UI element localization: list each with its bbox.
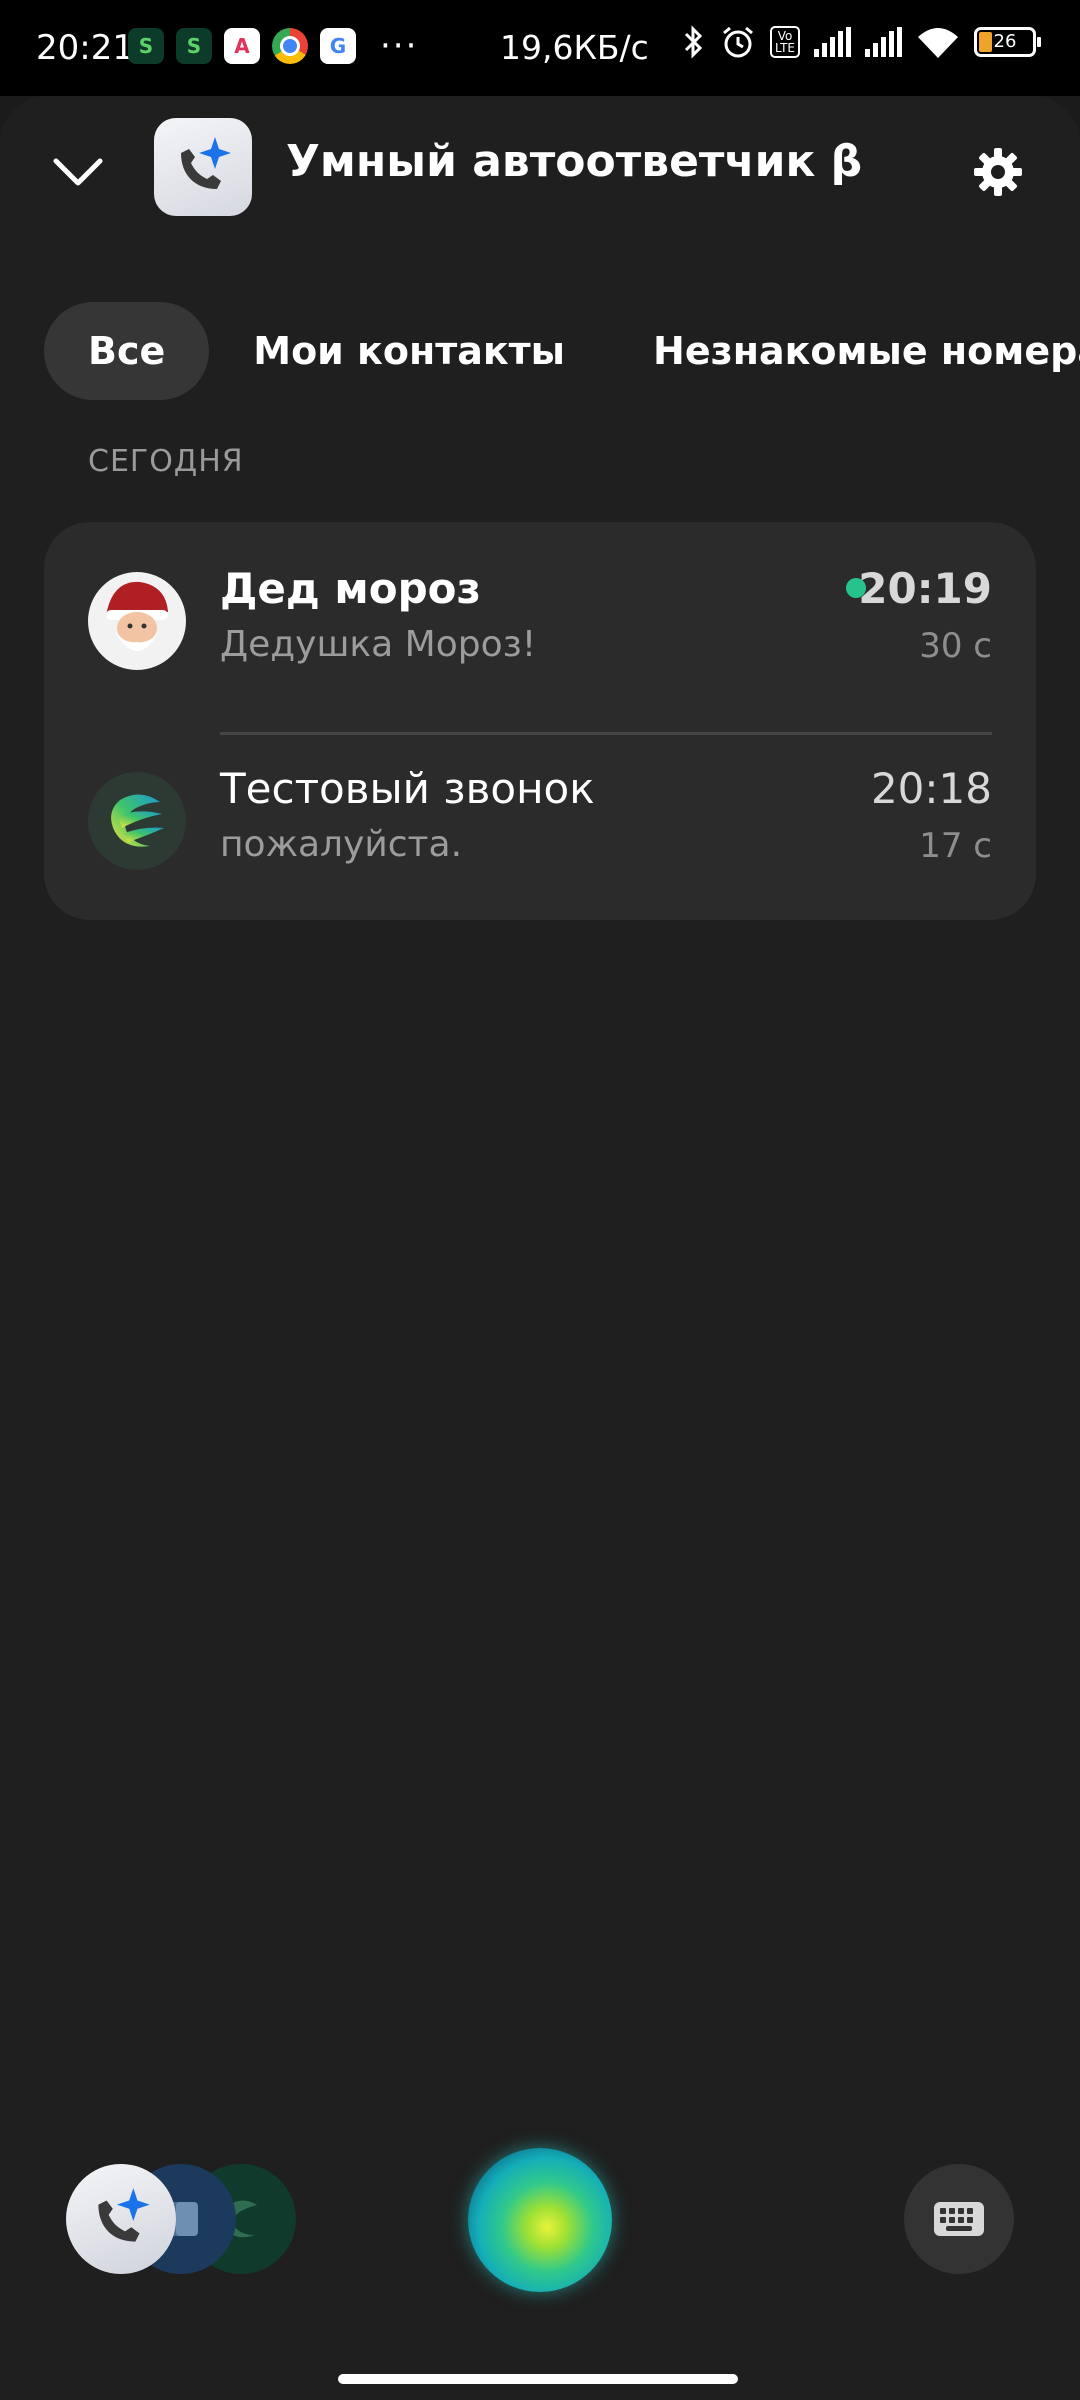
santa-avatar [88, 572, 186, 670]
notification-icons: S S A G ··· [128, 26, 418, 66]
phone-sparkle-icon [181, 137, 231, 189]
call-item[interactable]: Дед мороз Дедушка Мороз! 20:19 30 с [44, 532, 1036, 735]
call-item[interactable]: Тестовый звонок пожалуйста. 20:18 17 с [44, 732, 1036, 912]
keyboard-icon [934, 2202, 984, 2236]
bluetooth-icon [684, 25, 703, 59]
sber-icon: S [176, 28, 212, 64]
call-time: 20:19 [858, 564, 992, 613]
filter-tabs: Все Мои контакты Незнакомые номера [44, 302, 1080, 400]
battery-level: 26 [993, 31, 1017, 52]
answering-machine-sheet: Умный автоответчик β Все Мои контакты Не… [0, 96, 1080, 2400]
settings-button[interactable] [960, 134, 1036, 210]
recent-apps [66, 2164, 296, 2274]
gosuslugi-icon: A [224, 28, 260, 64]
caller-name: Тестовый звонок [220, 764, 595, 813]
tab-my-contacts[interactable]: Мои контакты [209, 302, 609, 400]
call-time: 20:18 [870, 764, 992, 813]
system-icons: Vo LTE 26 [682, 24, 1041, 60]
phone-sparkle-icon [98, 2188, 150, 2242]
call-duration: 30 с [919, 626, 992, 666]
battery-icon: 26 [974, 27, 1041, 57]
call-preview: пожалуйста. [220, 824, 463, 865]
network-speed: 19,6КБ/с [500, 28, 649, 67]
more-notifications-icon: ··· [380, 26, 419, 66]
alarm-icon [723, 26, 754, 58]
signal-icon [814, 27, 851, 57]
caller-name: Дед мороз [220, 564, 481, 613]
chrome-icon [272, 28, 308, 64]
call-duration: 17 с [919, 826, 992, 866]
sber-avatar [88, 772, 186, 870]
collapse-button[interactable] [40, 134, 116, 210]
call-preview: Дедушка Мороз! [220, 624, 537, 665]
signal-icon [865, 27, 902, 57]
answering-machine-app-bubble[interactable] [66, 2164, 176, 2274]
status-bar: 20:21 S S A G ··· 19,6КБ/с Vo LTE 26 [0, 0, 1080, 96]
volte-icon: Vo LTE [770, 26, 800, 58]
voice-assistant-button[interactable] [468, 2148, 612, 2292]
tab-unknown-numbers[interactable]: Незнакомые номера [609, 302, 1080, 400]
keyboard-button[interactable] [904, 2164, 1014, 2274]
gear-icon [974, 148, 1022, 196]
chevron-down-icon [53, 158, 103, 186]
status-time: 20:21 [36, 28, 134, 68]
google-icon: G [320, 28, 356, 64]
calls-list: Дед мороз Дедушка Мороз! 20:19 30 с Тест… [44, 522, 1036, 920]
tab-all[interactable]: Все [44, 302, 210, 400]
app-logo [154, 118, 252, 216]
sber-icon: S [128, 28, 164, 64]
home-indicator[interactable] [338, 2374, 738, 2384]
page-title: Умный автоответчик β [286, 136, 863, 187]
section-header-today: СЕГОДНЯ [88, 444, 244, 479]
wifi-icon [918, 28, 958, 58]
header: Умный автоответчик β [0, 96, 1080, 246]
